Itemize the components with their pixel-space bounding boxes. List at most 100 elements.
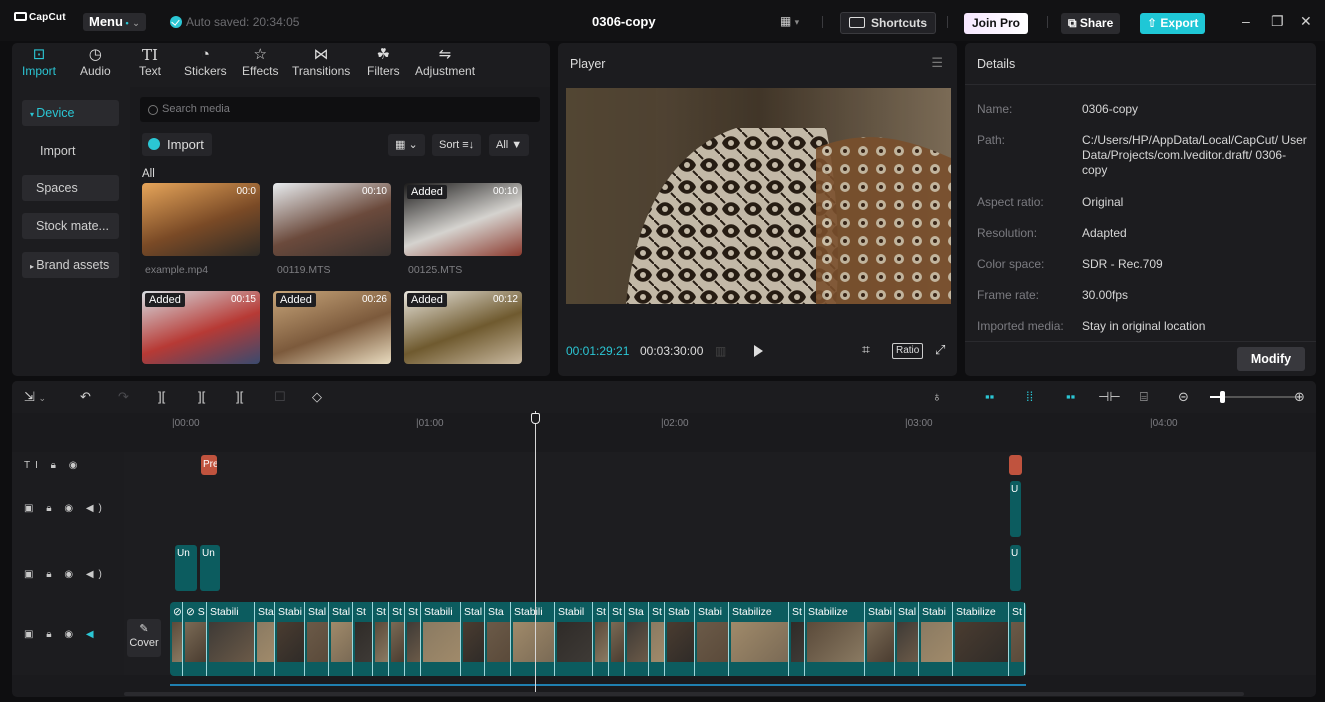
main-track-clips[interactable]: ⊘ S ⊘ S Stabili Sta Stabi Stal Stal St St St St Sta… bbox=[170, 602, 1026, 676]
sidebar-item-spaces[interactable]: Spaces bbox=[22, 175, 119, 201]
main-clip[interactable]: St bbox=[1009, 602, 1025, 676]
playhead-handle[interactable] bbox=[531, 413, 540, 424]
media-thumb[interactable]: Added 00:10 bbox=[404, 183, 522, 256]
overlay-clip[interactable]: Un bbox=[175, 545, 197, 591]
main-clip[interactable]: Stabili bbox=[207, 602, 255, 676]
main-clip[interactable]: Stabilize bbox=[729, 602, 789, 676]
tab-filters[interactable]: ☘ Filters bbox=[367, 46, 400, 78]
search-input[interactable]: Search media bbox=[140, 97, 540, 122]
mute-icon[interactable]: ◀︎ bbox=[86, 629, 99, 640]
select-tool-icon[interactable]: ⇲ ⌄ bbox=[24, 389, 46, 405]
main-clip[interactable]: Stabili bbox=[421, 602, 461, 676]
main-clip[interactable]: St bbox=[593, 602, 609, 676]
main-clip[interactable]: Sta bbox=[485, 602, 511, 676]
eye-icon[interactable]: ◉ bbox=[69, 460, 83, 471]
main-clip[interactable]: Stal bbox=[461, 602, 485, 676]
main-clip[interactable]: St bbox=[353, 602, 373, 676]
horizontal-scrollbar[interactable] bbox=[124, 692, 1244, 696]
fit-view-icon[interactable]: ⌗ bbox=[862, 341, 870, 358]
ratio-button[interactable]: Ratio bbox=[892, 343, 924, 359]
main-clip[interactable]: Stabi bbox=[919, 602, 953, 676]
text-clip[interactable] bbox=[1009, 455, 1022, 475]
main-clip[interactable]: Stabi bbox=[275, 602, 305, 676]
lock-icon[interactable]: 🔒︎ bbox=[46, 629, 56, 640]
delete-right-icon[interactable]: ][ bbox=[236, 389, 243, 404]
split-icon[interactable]: ][ bbox=[158, 389, 165, 404]
sidebar-item-brand-assets[interactable]: ▸ Brand assets bbox=[22, 252, 119, 278]
media-thumb[interactable]: Added 00:15 bbox=[142, 291, 260, 364]
main-clip[interactable]: St bbox=[389, 602, 405, 676]
layout-icon[interactable]: ▦ ▾ bbox=[780, 14, 799, 28]
media-thumb[interactable]: Added 00:12 bbox=[404, 291, 522, 364]
main-clip[interactable]: Stabi bbox=[865, 602, 895, 676]
linkage-icon[interactable]: ▪▪ bbox=[1066, 389, 1075, 404]
text-clip[interactable]: Pre bbox=[201, 455, 217, 475]
main-clip[interactable]: Sta bbox=[625, 602, 649, 676]
redo-icon[interactable]: ↷ bbox=[118, 389, 129, 405]
media-thumb[interactable]: Added 00:26 bbox=[273, 291, 391, 364]
timecode-format-icon[interactable]: ▥ bbox=[715, 344, 726, 358]
menu-icon[interactable]: ☰ bbox=[931, 55, 943, 71]
media-thumb[interactable]: 00:10 bbox=[273, 183, 391, 256]
media-thumb[interactable]: 00:0 bbox=[142, 183, 260, 256]
fullscreen-icon[interactable]: ⤢ bbox=[935, 342, 945, 358]
share-button[interactable]: ⧉ Share bbox=[1061, 13, 1121, 34]
main-clip[interactable]: Stabilize bbox=[953, 602, 1009, 676]
main-track-magnet-icon[interactable]: ▪▪ bbox=[985, 389, 994, 404]
view-mode-button[interactable]: ▦ ⌄ bbox=[388, 134, 425, 156]
tab-adjustment[interactable]: ⇋ Adjustment bbox=[415, 46, 475, 78]
eye-icon[interactable]: ◉ bbox=[64, 629, 78, 640]
modify-button[interactable]: Modify bbox=[1237, 347, 1305, 371]
main-clip[interactable]: Stabi bbox=[695, 602, 729, 676]
overlay-clip[interactable]: U bbox=[1010, 545, 1021, 591]
play-icon[interactable] bbox=[754, 345, 763, 357]
overlay-clip[interactable]: Un bbox=[200, 545, 220, 591]
microphone-icon[interactable]: ♁ bbox=[932, 389, 942, 404]
delete-icon[interactable]: ☐ bbox=[274, 389, 286, 405]
import-button[interactable]: Import bbox=[142, 133, 212, 156]
speaker-icon[interactable]: ◀︎) bbox=[86, 503, 107, 514]
thumbnail-icon[interactable]: ⌸ bbox=[1140, 389, 1148, 405]
auto-snap-icon[interactable]: ⁞⁞ bbox=[1026, 389, 1033, 404]
tab-effects[interactable]: ☆ Effects bbox=[242, 46, 278, 78]
tab-audio[interactable]: ◷ Audio bbox=[80, 46, 111, 78]
main-clip[interactable]: St bbox=[649, 602, 665, 676]
zoom-out-icon[interactable]: ⊝ bbox=[1178, 389, 1189, 405]
tab-text[interactable]: TI Text bbox=[139, 46, 161, 78]
main-clip[interactable]: ⊘ S bbox=[170, 602, 183, 676]
zoom-slider-handle[interactable] bbox=[1220, 391, 1225, 403]
main-clip[interactable]: Stal bbox=[895, 602, 919, 676]
lock-icon[interactable]: 🔒︎ bbox=[51, 460, 61, 471]
main-clip[interactable]: Stabil bbox=[555, 602, 593, 676]
main-clip[interactable]: Stabilize bbox=[805, 602, 865, 676]
main-clip[interactable]: Stal bbox=[305, 602, 329, 676]
eye-icon[interactable]: ◉ bbox=[64, 503, 78, 514]
menu-button[interactable]: Menu • ⌄ bbox=[83, 13, 146, 31]
overlay-clip[interactable]: U bbox=[1010, 481, 1021, 537]
time-ruler[interactable]: |00:00 |01:00 |02:00 |03:00 |04:00 bbox=[124, 413, 1316, 433]
lock-icon[interactable]: 🔒︎ bbox=[46, 569, 56, 580]
main-clip[interactable]: Stal bbox=[329, 602, 353, 676]
main-clip[interactable]: Sta bbox=[255, 602, 275, 676]
lock-icon[interactable]: 🔒︎ bbox=[46, 503, 56, 514]
main-clip[interactable]: St bbox=[609, 602, 625, 676]
restore-icon[interactable]: ❐ bbox=[1271, 13, 1284, 30]
cover-button[interactable]: ✎ Cover bbox=[127, 619, 161, 657]
tab-transitions[interactable]: ⋈ Transitions bbox=[292, 46, 350, 78]
playhead-line[interactable] bbox=[535, 411, 536, 693]
filter-button[interactable]: All ▼ bbox=[489, 134, 530, 156]
sidebar-item-device[interactable]: ▾ Device bbox=[22, 100, 119, 126]
sidebar-item-import[interactable]: Import bbox=[22, 138, 119, 164]
minimize-icon[interactable]: – bbox=[1242, 13, 1250, 29]
tab-stickers[interactable]: ◔ Stickers bbox=[184, 46, 227, 78]
join-pro-button[interactable]: Join Pro bbox=[964, 13, 1029, 34]
shortcuts-button[interactable]: Shortcuts bbox=[840, 12, 937, 34]
tab-import[interactable]: ⊡ Import bbox=[22, 46, 56, 78]
main-clip[interactable]: ⊘ S bbox=[183, 602, 207, 676]
marker-icon[interactable]: ◇ bbox=[312, 389, 322, 405]
main-clip[interactable]: Stabili bbox=[511, 602, 555, 676]
preview-axis-icon[interactable]: ⊣⊢ bbox=[1098, 389, 1121, 405]
delete-left-icon[interactable]: ][ bbox=[198, 389, 205, 404]
zoom-in-icon[interactable]: ⊕ bbox=[1294, 389, 1305, 405]
eye-icon[interactable]: ◉ bbox=[64, 569, 78, 580]
